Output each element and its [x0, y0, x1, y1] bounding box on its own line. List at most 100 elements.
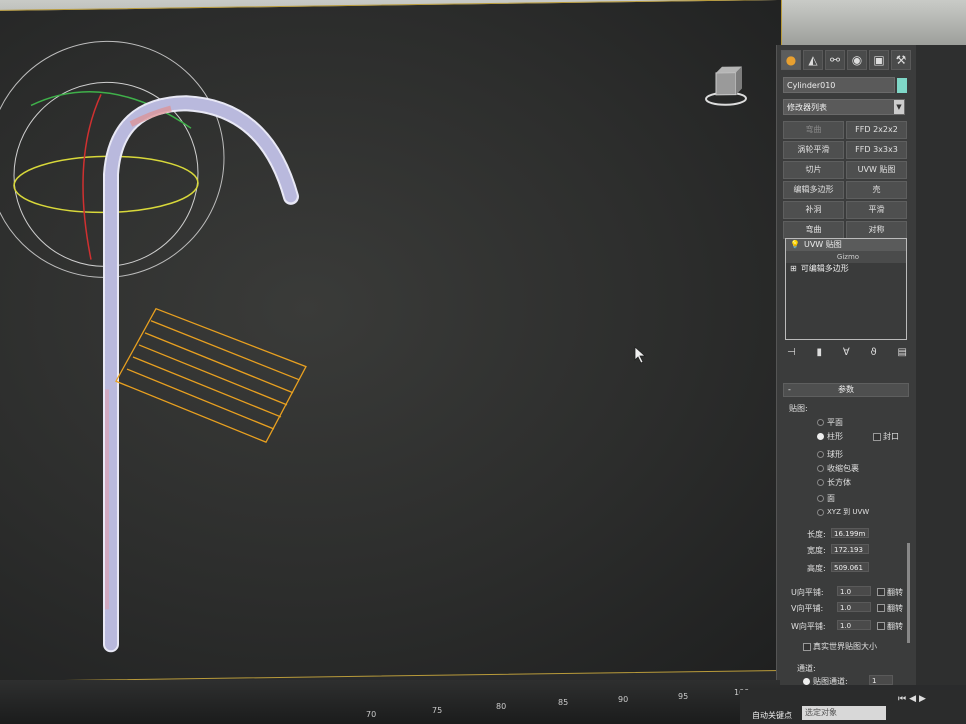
tick-label: 90 [618, 695, 629, 704]
remove-modifier-icon[interactable]: ϑ [871, 347, 877, 358]
command-panel: ● ◭ ⚯ ◉ ▣ ⚒ Cylinder010 修改器列表 ▼ 弯曲 FFD 2… [776, 45, 917, 686]
hierarchy-tab-icon[interactable]: ⚯ [825, 50, 845, 70]
playback-buttons[interactable]: ⏮◀▶ [898, 694, 929, 704]
modifier-button-slice[interactable]: 切片 [783, 161, 844, 179]
modifier-list-dropdown[interactable]: 修改器列表 ▼ [783, 99, 905, 115]
u-tile-label: U向平铺: [791, 588, 824, 597]
w-flip-label: 翻转 [887, 622, 903, 631]
modifier-button-bend-2[interactable]: 弯曲 [783, 221, 844, 239]
cap-label: 封口 [883, 432, 899, 441]
u-tile-input[interactable]: 1.0 [837, 586, 871, 596]
tick-label: 80 [496, 702, 507, 711]
stack-item-label: UVW 贴图 [803, 240, 842, 249]
go-to-start-icon[interactable]: ⏮ [898, 694, 909, 704]
v-tile-label: V向平铺: [791, 604, 824, 613]
modifier-button-cap-holes[interactable]: 补洞 [783, 201, 844, 219]
chevron-down-icon: ▼ [894, 100, 904, 114]
u-flip-label: 翻转 [887, 588, 903, 597]
modifier-button-smooth[interactable]: 平滑 [846, 201, 907, 219]
modifier-button-edit-poly[interactable]: 编辑多边形 [783, 181, 844, 199]
modifier-button-uvw-map[interactable]: UVW 贴图 [846, 161, 907, 179]
modifier-button-set: 弯曲 FFD 2x2x2 涡轮平滑 FFD 3x3x3 切片 UVW 贴图 编辑… [783, 121, 907, 239]
perspective-viewport[interactable] [0, 0, 782, 683]
tick-label: 95 [678, 692, 689, 701]
make-unique-icon[interactable]: ∀ [843, 347, 850, 358]
display-tab-icon[interactable]: ▣ [869, 50, 889, 70]
modifier-button-bend[interactable]: 弯曲 [783, 121, 844, 139]
configure-modifier-sets-icon[interactable]: ▤ [898, 347, 907, 358]
autokey-label[interactable]: 自动关键点 [752, 710, 792, 721]
mapping-label: 贴图: [789, 404, 808, 413]
collapse-icon: - [788, 385, 791, 394]
radio-xyz-to-uvw[interactable] [817, 509, 824, 516]
modifier-button-shell[interactable]: 壳 [846, 181, 907, 199]
option-box-label: 长方体 [827, 478, 851, 487]
modifier-button-turbosmooth[interactable]: 涡轮平滑 [783, 141, 844, 159]
animation-controls: 自动关键点 选定对象 ⏮◀▶ [740, 690, 966, 724]
create-tab-icon[interactable]: ● [781, 50, 801, 70]
show-end-result-icon[interactable]: ▮ [817, 347, 823, 358]
pin-stack-icon[interactable]: ⊣ [787, 347, 796, 358]
option-planar-label: 平面 [827, 418, 843, 427]
timeline-ruler: 70 75 80 85 90 95 100 [0, 680, 780, 719]
command-panel-tabs: ● ◭ ⚯ ◉ ▣ ⚒ [781, 50, 911, 70]
v-tile-input[interactable]: 1.0 [837, 602, 871, 612]
radio-map-channel[interactable] [803, 678, 810, 685]
play-icon[interactable]: ▶ [919, 694, 929, 704]
option-cylindrical-label: 柱形 [827, 432, 843, 441]
modifier-button-symmetry[interactable]: 对称 [846, 221, 907, 239]
object-name-field[interactable]: Cylinder010 [783, 77, 895, 93]
w-flip-checkbox[interactable] [877, 622, 885, 630]
parameters-rollout-header[interactable]: - 参数 [783, 383, 909, 397]
modifier-button-ffd2[interactable]: FFD 2x2x2 [846, 121, 907, 139]
stack-item-gizmo[interactable]: Gizmo [786, 251, 906, 263]
cap-checkbox[interactable] [873, 433, 881, 441]
stack-item-uvw-map[interactable]: 💡 UVW 贴图 [786, 239, 906, 251]
rollout-scrollbar[interactable] [907, 543, 910, 643]
rollout-title: 参数 [838, 385, 854, 394]
lightbulb-icon[interactable]: 💡 [790, 239, 800, 251]
real-world-map-label: 真实世界贴图大小 [813, 642, 877, 651]
w-tile-label: W向平铺: [791, 622, 826, 631]
motion-tab-icon[interactable]: ◉ [847, 50, 867, 70]
width-input[interactable]: 172.193 [831, 544, 869, 554]
gizmo-red-arc [82, 94, 102, 260]
radio-planar[interactable] [817, 419, 824, 426]
height-input[interactable]: 509.061 [831, 562, 869, 572]
radio-shrink-wrap[interactable] [817, 465, 824, 472]
selection-dropdown[interactable]: 选定对象 [802, 706, 886, 720]
modifier-button-ffd3[interactable]: FFD 3x3x3 [846, 141, 907, 159]
map-channel-label: 贴图通道: [813, 677, 848, 686]
radio-box[interactable] [817, 479, 824, 486]
stack-item-label: Gizmo [836, 253, 860, 261]
expand-icon[interactable]: ⊞ [790, 263, 797, 275]
timeline-bar[interactable]: 70 75 80 85 90 95 100 [0, 680, 780, 724]
map-channel-input[interactable]: 1 [869, 675, 893, 685]
stack-item-label: 可编辑多边形 [800, 264, 849, 273]
option-face-label: 面 [827, 494, 835, 503]
radio-cylindrical[interactable] [817, 433, 824, 440]
viewport-scene [0, 40, 747, 653]
v-flip-checkbox[interactable] [877, 604, 885, 612]
real-world-map-checkbox[interactable] [803, 643, 811, 651]
radio-spherical[interactable] [817, 451, 824, 458]
u-flip-checkbox[interactable] [877, 588, 885, 596]
tick-label: 70 [366, 710, 377, 719]
tick-label: 85 [558, 698, 569, 707]
modify-tab-icon[interactable]: ◭ [803, 50, 823, 70]
modifier-stack: 💡 UVW 贴图 Gizmo ⊞ 可编辑多边形 [785, 238, 907, 340]
option-spherical-label: 球形 [827, 450, 843, 459]
modifier-list-label: 修改器列表 [787, 103, 827, 112]
w-tile-input[interactable]: 1.0 [837, 620, 871, 630]
utilities-tab-icon[interactable]: ⚒ [891, 50, 911, 70]
option-shrink-wrap-label: 收缩包裹 [827, 464, 859, 473]
radio-face[interactable] [817, 495, 824, 502]
length-input[interactable]: 16.199m [831, 528, 869, 538]
height-label: 高度: [807, 564, 826, 573]
previous-frame-icon[interactable]: ◀ [909, 694, 919, 704]
stack-item-editable-poly[interactable]: ⊞ 可编辑多边形 [786, 263, 906, 275]
stack-toolbar: ⊣ ▮ ∀ ϑ ▤ [787, 347, 907, 358]
tick-label: 75 [432, 706, 443, 715]
parameters-rollout: - 参数 贴图: 平面 柱形 封口 球形 收缩包裹 长方体 面 XYZ 到 UV… [783, 383, 910, 686]
object-color-swatch[interactable] [897, 78, 907, 93]
